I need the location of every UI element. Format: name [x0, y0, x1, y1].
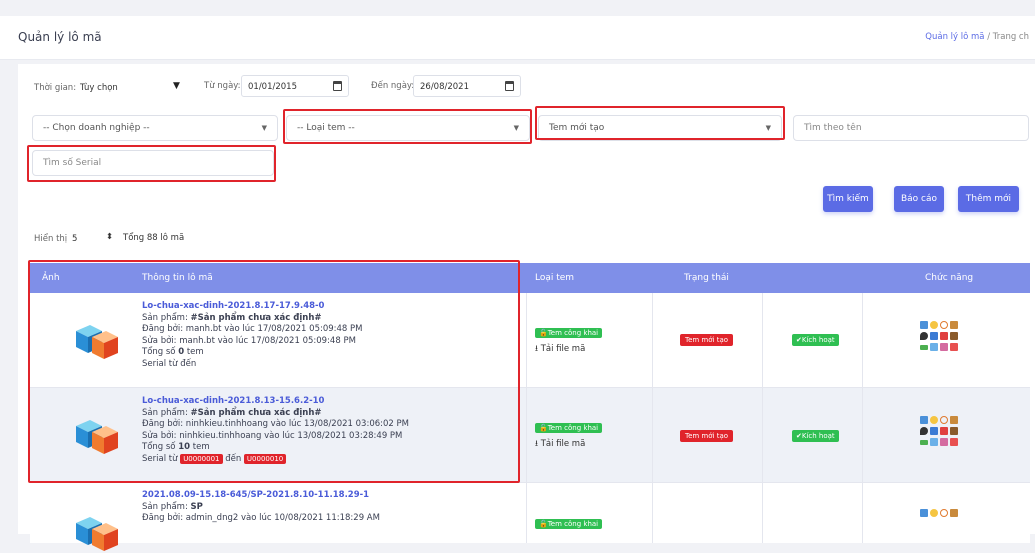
- public-stamp-badge: 🔓Tem công khai: [535, 519, 603, 529]
- download-file-link[interactable]: ⭳ Tải file mã: [535, 343, 585, 357]
- highlight-stamp-type: [283, 109, 532, 144]
- sort-arrows-icon[interactable]: ⬍: [106, 232, 113, 242]
- archive-icon[interactable]: [950, 321, 958, 329]
- clock-icon[interactable]: [940, 509, 948, 517]
- name-search-input[interactable]: Tìm theo tên: [793, 115, 1029, 141]
- breadcrumb-separator: /: [987, 32, 991, 42]
- bulb-icon[interactable]: [930, 416, 938, 424]
- bulb-icon[interactable]: [930, 321, 938, 329]
- delete-icon[interactable]: [950, 438, 958, 446]
- calendar-icon[interactable]: [930, 332, 938, 340]
- product-label: Sản phẩm:: [142, 501, 188, 512]
- public-stamp-badge: 🔓Tem công khai: [535, 328, 603, 338]
- edit-icon[interactable]: [920, 509, 928, 517]
- total-count: Tổng 88 lô mã: [123, 233, 185, 243]
- unlock-icon: 🔓: [539, 520, 548, 528]
- archive-icon[interactable]: [950, 509, 958, 517]
- time-select-arrow-icon[interactable]: ▼: [173, 81, 180, 91]
- col-functions: Chức năng: [925, 273, 974, 283]
- delete-icon[interactable]: [950, 343, 958, 351]
- clock-icon[interactable]: [940, 321, 948, 329]
- gift-icon[interactable]: [940, 332, 948, 340]
- calendar-icon[interactable]: [333, 81, 342, 91]
- created-by: Đăng bởi: admin_dng2 vào lúc 10/08/2021 …: [142, 513, 380, 523]
- company-select[interactable]: -- Chọn doanh nghiệp -- ▼: [32, 115, 278, 141]
- time-label: Thời gian:: [34, 83, 77, 93]
- highlight-status: [535, 106, 785, 140]
- breadcrumb-current[interactable]: Quản lý lô mã: [925, 32, 984, 42]
- edit-icon[interactable]: [920, 321, 928, 329]
- breadcrumb: Quản lý lô mã / Trang ch: [925, 32, 1029, 42]
- search-button[interactable]: Tìm kiếm: [823, 186, 873, 212]
- company-select-value: -- Chọn doanh nghiệp --: [43, 123, 150, 133]
- batch-code-link[interactable]: 2021.08.09-15.18-645/SP-2021.8.10-11.18.…: [142, 490, 380, 502]
- col-type: Loại tem: [535, 273, 575, 283]
- image-icon[interactable]: [930, 343, 938, 351]
- col-status: Trạng thái: [684, 273, 729, 283]
- batch-info: 2021.08.09-15.18-645/SP-2021.8.10-11.18.…: [142, 490, 380, 525]
- bulb-icon[interactable]: [930, 509, 938, 517]
- time-select[interactable]: Tùy chọn: [80, 83, 118, 93]
- to-date-label: Đến ngày:: [371, 81, 415, 91]
- status-badge: Tem mới tạo: [680, 334, 734, 346]
- unlock-icon: 🔓: [539, 329, 548, 337]
- archive-icon[interactable]: [950, 416, 958, 424]
- highlight-batch-info: [28, 260, 520, 483]
- unlock-icon: 🔓: [539, 424, 548, 432]
- gift-icon[interactable]: [940, 427, 948, 435]
- page-size-label: Hiển thị: [34, 234, 68, 244]
- download-icon: ⭳: [535, 344, 538, 354]
- row-actions: [920, 416, 960, 446]
- location-icon[interactable]: [920, 427, 928, 435]
- money-icon[interactable]: [920, 345, 928, 350]
- breadcrumb-home[interactable]: Trang ch: [993, 32, 1029, 42]
- page-size-select[interactable]: 5: [72, 234, 77, 244]
- chevron-down-icon: ▼: [261, 124, 267, 132]
- report-button[interactable]: Báo cáo: [894, 186, 944, 212]
- money-icon[interactable]: [920, 440, 928, 445]
- row-actions: [920, 321, 960, 351]
- image-icon[interactable]: [930, 438, 938, 446]
- page-header: Quản lý lô mã Quản lý lô mã / Trang ch: [0, 16, 1035, 60]
- highlight-serial: [27, 145, 276, 182]
- calendar-icon[interactable]: [505, 81, 514, 91]
- row-actions: [920, 509, 960, 517]
- report-icon[interactable]: [940, 343, 948, 351]
- to-date-input[interactable]: 26/08/2021: [413, 75, 521, 97]
- from-date-label: Từ ngày:: [204, 81, 241, 91]
- location-icon[interactable]: [920, 332, 928, 340]
- report-icon[interactable]: [940, 438, 948, 446]
- users-icon[interactable]: [950, 427, 958, 435]
- add-new-button[interactable]: Thêm mới: [958, 186, 1019, 212]
- users-icon[interactable]: [950, 332, 958, 340]
- active-badge: ✔Kích hoạt: [792, 430, 839, 442]
- status-badge: Tem mới tạo: [680, 430, 734, 442]
- table-row[interactable]: 2021.08.09-15.18-645/SP-2021.8.10-11.18.…: [30, 483, 1030, 551]
- clock-icon[interactable]: [940, 416, 948, 424]
- calendar-icon[interactable]: [930, 427, 938, 435]
- to-date-value: 26/08/2021: [420, 82, 469, 92]
- from-date-value: 01/01/2015: [248, 82, 297, 92]
- active-badge: ✔Kích hoạt: [792, 334, 839, 346]
- box-product-icon: [76, 517, 118, 551]
- public-stamp-badge: 🔓Tem công khai: [535, 423, 603, 433]
- page-title: Quản lý lô mã: [18, 30, 102, 44]
- edit-icon[interactable]: [920, 416, 928, 424]
- download-icon: ⭳: [535, 439, 538, 449]
- download-file-link[interactable]: ⭳ Tải file mã: [535, 438, 585, 452]
- from-date-input[interactable]: 01/01/2015: [241, 75, 349, 97]
- product-name: SP: [190, 501, 203, 512]
